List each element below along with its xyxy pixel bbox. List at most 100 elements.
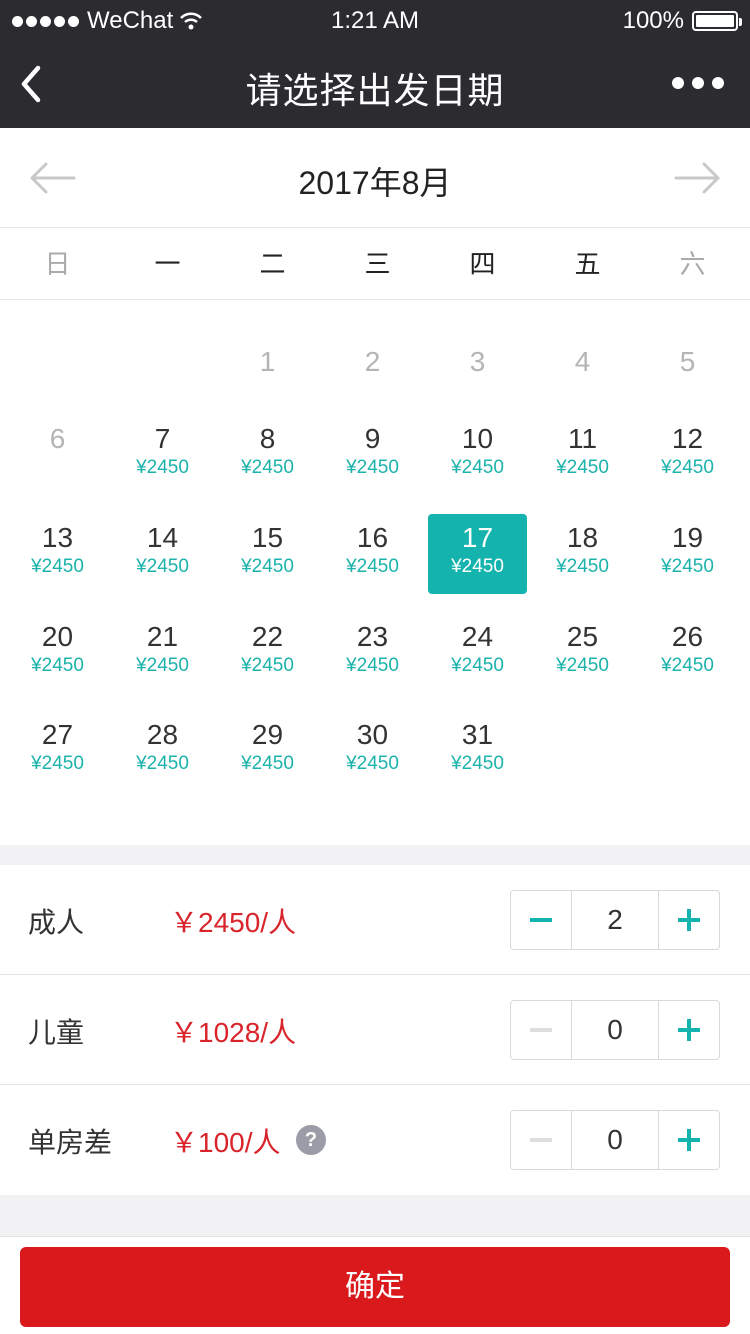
calendar-day-number: 16 [356,522,389,553]
calendar-week-3: 13 ¥2450 14 ¥2450 15 ¥2450 16 ¥2450 17 ¥2450 … [5,508,745,607]
next-month-arrow-icon[interactable] [672,158,722,198]
help-question-icon[interactable]: ? [296,1125,326,1155]
child-label: 儿童 [28,1017,85,1048]
confirm-button[interactable]: 确定 [20,1247,730,1327]
calendar-empty-cell [5,310,110,409]
adult-decrement-button[interactable] [511,891,572,949]
calendar-day-price: ¥2450 [451,457,504,478]
calendar-day-price: ¥2450 [31,655,84,676]
calendar-day-cell[interactable]: 11 ¥2450 [530,409,635,508]
calendar-day-cell[interactable]: 19 ¥2450 [635,508,740,607]
weekday-tue: 二 [259,249,286,279]
calendar-day-cell[interactable]: 25 ¥2450 [530,607,635,706]
calendar-day-price: ¥2450 [451,556,504,577]
calendar-day-number: 27 [41,719,74,750]
calendar-day-price: ¥2450 [241,457,294,478]
child-increment-button[interactable] [658,1001,719,1059]
calendar-day-cell[interactable]: 29 ¥2450 [215,705,320,804]
calendar-empty-cell [530,705,635,804]
calendar-day-number: 2 [364,346,381,377]
battery-percent: 100% [622,7,684,34]
calendar-day-number: 3 [469,346,486,377]
calendar-day-cell: 5 [635,310,740,409]
calendar-day-number: 9 [364,423,381,454]
weekday-header: 日 一 二 三 四 五 六 [0,228,750,300]
calendar-day-price: ¥2450 [136,655,189,676]
child-quantity-stepper: 0 [510,1000,720,1060]
calendar-day-number: 22 [251,621,284,652]
calendar-day-number: 12 [671,423,704,454]
month-title: 2017年8月 [298,165,452,201]
calendar-day-cell[interactable]: 15 ¥2450 [215,508,320,607]
calendar-day-cell[interactable]: 27 ¥2450 [5,705,110,804]
calendar-day-cell[interactable]: 23 ¥2450 [320,607,425,706]
calendar-day-number: 15 [251,522,284,553]
adult-quantity-stepper: 2 [510,890,720,950]
calendar-day-cell: 4 [530,310,635,409]
calendar-day-cell[interactable]: 28 ¥2450 [110,705,215,804]
weekday-thu: 四 [469,249,496,279]
calendar-day-cell[interactable]: 14 ¥2450 [110,508,215,607]
calendar-day-cell[interactable]: 24 ¥2450 [425,607,530,706]
calendar-day-number: 28 [146,719,179,750]
calendar-day-price: ¥2450 [136,457,189,478]
status-bar: WeChat 1:21 AM 100% [0,0,750,40]
calendar-day-cell[interactable]: 13 ¥2450 [5,508,110,607]
weekday-fri: 五 [574,249,601,279]
minus-icon [530,1138,552,1142]
calendar-day-number: 17 [461,522,494,553]
calendar-day-number: 21 [146,621,179,652]
calendar-day-cell[interactable]: 18 ¥2450 [530,508,635,607]
minus-icon [530,918,552,922]
calendar-week-4: 20 ¥2450 21 ¥2450 22 ¥2450 23 ¥2450 24 ¥2450 … [5,607,745,706]
calendar-day-number: 4 [574,346,591,377]
calendar-day-price: ¥2450 [556,457,609,478]
calendar-day-number: 23 [356,621,389,652]
calendar-day-cell[interactable]: 31 ¥2450 [425,705,530,804]
calendar-day-cell-selected[interactable]: 17 ¥2450 [425,508,530,607]
calendar-day-cell: 6 [5,409,110,508]
calendar-day-number: 10 [461,423,494,454]
calendar-day-number: 19 [671,522,704,553]
calendar-week-2: 6 7 ¥2450 8 ¥2450 9 ¥2450 10 ¥2450 11 ¥2450 1… [5,409,745,508]
more-icon[interactable] [672,77,724,89]
calendar-day-cell[interactable]: 9 ¥2450 [320,409,425,508]
adult-count: 2 [607,904,623,935]
calendar-day-cell[interactable]: 22 ¥2450 [215,607,320,706]
calendar-day-cell[interactable]: 8 ¥2450 [215,409,320,508]
calendar-day-number: 1 [259,346,276,377]
traveler-options: 成人 ￥2450/人 2 儿童 ￥1028/人 0 单房差 ￥100/人 ? 0 [0,865,750,1195]
single-room-increment-button[interactable] [658,1111,719,1169]
calendar-week-5: 27 ¥2450 28 ¥2450 29 ¥2450 30 ¥2450 31 ¥2450 [5,705,745,804]
single-room-price: ￥100/人 [170,1127,281,1158]
single-room-decrement-button[interactable] [511,1111,572,1169]
calendar-week-1: 1 2 3 4 5 [5,310,745,409]
calendar-day-cell[interactable]: 10 ¥2450 [425,409,530,508]
calendar-day-number: 7 [154,423,171,454]
calendar-day-price: ¥2450 [451,753,504,774]
calendar-day-cell[interactable]: 26 ¥2450 [635,607,740,706]
calendar-day-price: ¥2450 [31,556,84,577]
calendar-day-number: 25 [566,621,599,652]
calendar-day-cell[interactable]: 30 ¥2450 [320,705,425,804]
minus-icon [530,1028,552,1032]
calendar-day-price: ¥2450 [661,556,714,577]
calendar-day-cell[interactable]: 12 ¥2450 [635,409,740,508]
calendar-day-cell[interactable]: 16 ¥2450 [320,508,425,607]
calendar-day-cell: 2 [320,310,425,409]
child-decrement-button[interactable] [511,1001,572,1059]
child-row: 儿童 ￥1028/人 0 [0,975,750,1085]
calendar-day-number: 26 [671,621,704,652]
calendar-day-number: 29 [251,719,284,750]
calendar-day-price: ¥2450 [556,556,609,577]
adult-increment-button[interactable] [658,891,719,949]
weekday-wed: 三 [364,249,391,279]
calendar-day-cell[interactable]: 21 ¥2450 [110,607,215,706]
calendar-day-price: ¥2450 [661,457,714,478]
calendar-day-cell[interactable]: 20 ¥2450 [5,607,110,706]
calendar-day-price: ¥2450 [346,753,399,774]
calendar-day-number: 18 [566,522,599,553]
battery-icon [692,11,742,31]
calendar-day-cell[interactable]: 7 ¥2450 [110,409,215,508]
calendar-day-number: 13 [41,522,74,553]
